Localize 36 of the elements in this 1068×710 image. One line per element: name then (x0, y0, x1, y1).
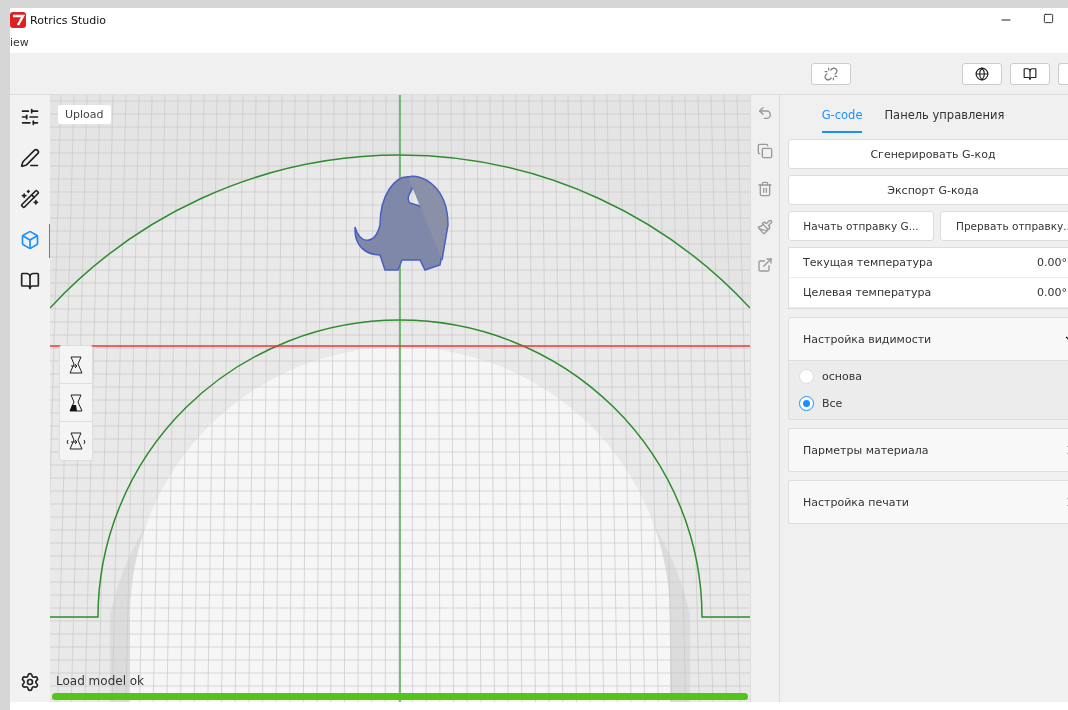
window-title: Rotrics Studio (30, 13, 107, 27)
export-button[interactable]: Экспорт G-кода (788, 175, 1068, 205)
menu-item[interactable]: iew (10, 36, 29, 49)
filled-flask-icon (66, 392, 86, 413)
flask-icon (66, 354, 86, 375)
radio-button[interactable] (799, 396, 814, 411)
maximize-icon[interactable] (1043, 13, 1054, 24)
undo-icon[interactable] (757, 105, 773, 121)
send-button[interactable]: Прервать отправку.. (940, 211, 1068, 241)
section-title: Настройка видимости (803, 332, 932, 346)
temperature-value: 0.00° (1037, 256, 1067, 269)
globe-button[interactable] (962, 62, 1002, 85)
section-title: Парметры материала (803, 443, 929, 457)
trash-icon[interactable] (757, 181, 773, 197)
book-button[interactable] (1010, 62, 1050, 85)
unlink-icon (824, 66, 838, 81)
generate-button[interactable]: Сгенерировать G-код (788, 139, 1068, 169)
copy-icon[interactable] (757, 143, 773, 159)
send-button[interactable]: Начать отправку G... (788, 211, 934, 241)
radio-label: основа (822, 370, 862, 383)
pen-icon[interactable] (18, 146, 42, 170)
temperature-label: Целевая температура (803, 286, 932, 299)
upload-button[interactable]: Upload (58, 105, 111, 124)
globe-icon (975, 66, 989, 81)
radio-label: Все (822, 397, 843, 410)
temperature-label: Текущая температура (803, 256, 933, 269)
tab[interactable]: Панель управления (884, 108, 1005, 133)
flask-icon (66, 431, 86, 451)
laser-icon[interactable] (18, 187, 42, 211)
section-title: Настройка печати (803, 495, 909, 509)
book-icon (1023, 66, 1037, 81)
brush-icon[interactable] (757, 219, 773, 235)
status-text: Load model ok (56, 674, 145, 688)
temperature-value: 0.00° (1037, 286, 1067, 299)
external-link-icon[interactable] (757, 257, 773, 273)
unlink-button[interactable] (811, 62, 851, 85)
